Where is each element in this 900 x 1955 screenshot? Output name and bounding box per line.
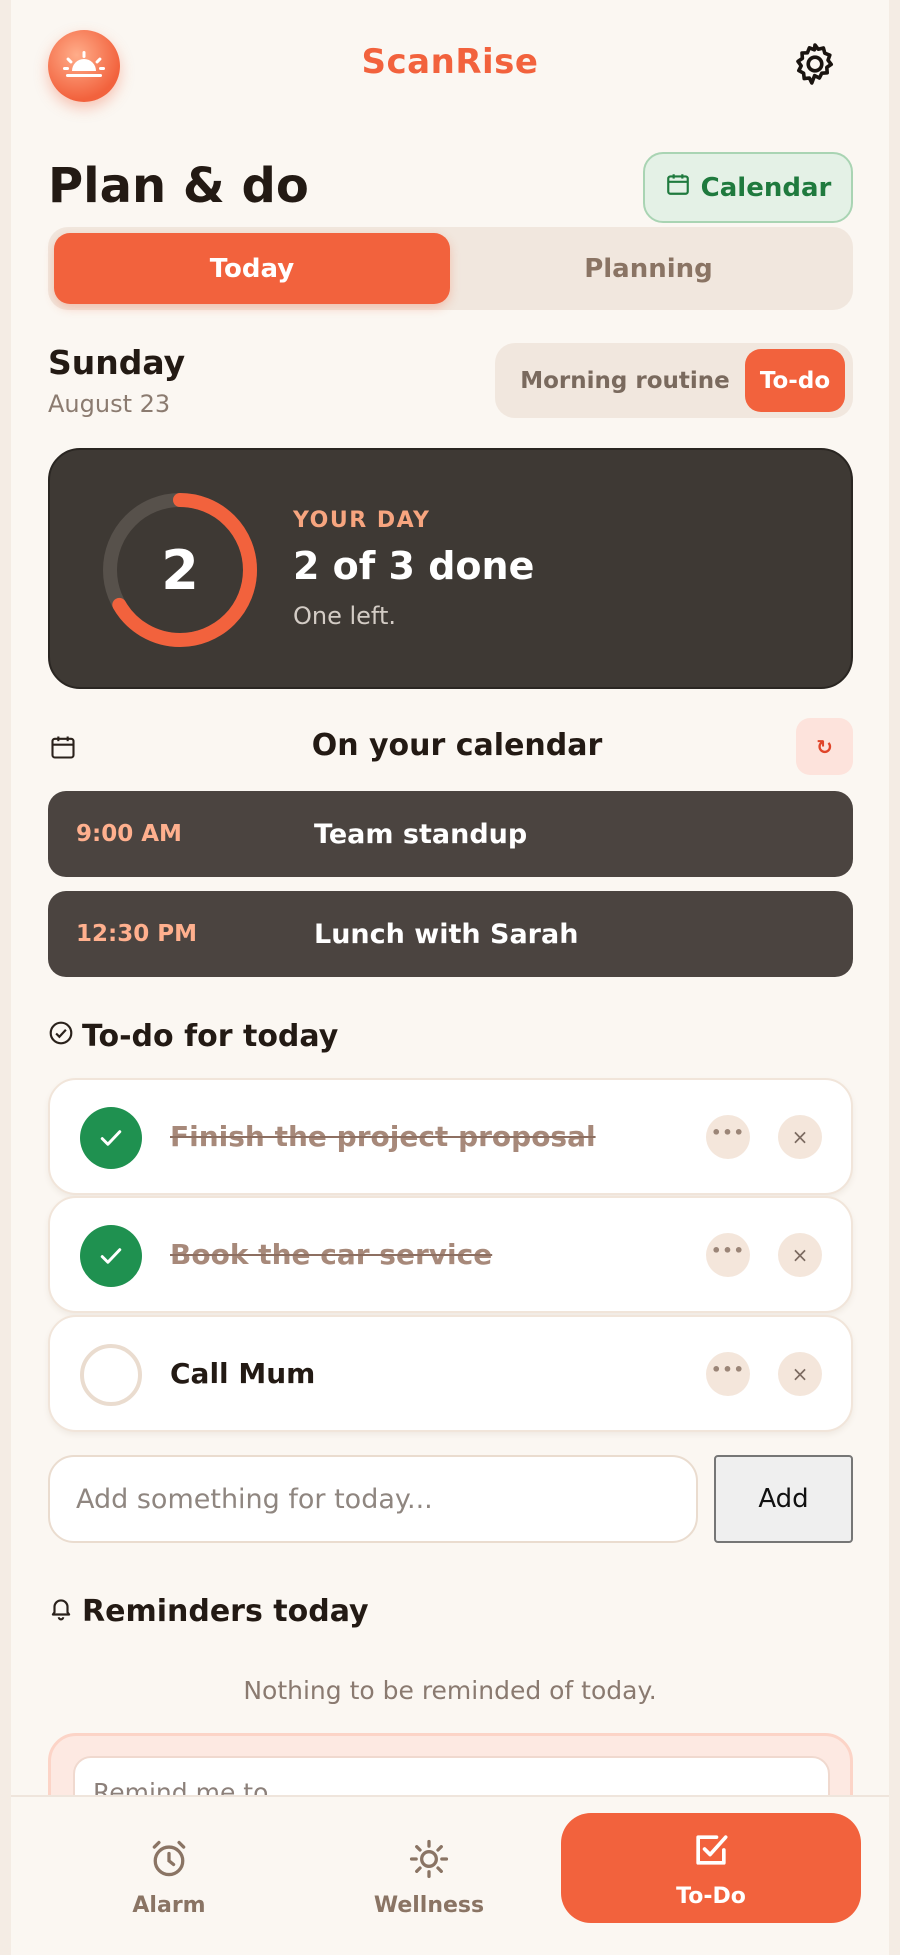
nav-label: To-Do	[676, 1883, 746, 1909]
todo-item: Call Mum ••• ×	[48, 1315, 853, 1432]
checkmark-icon	[100, 1130, 122, 1146]
reminders-section-heading: Reminders today	[48, 1594, 369, 1629]
calendar-button-label: Calendar	[700, 172, 832, 203]
nav-label: Alarm	[132, 1892, 206, 1918]
delete-button[interactable]: ×	[778, 1352, 822, 1396]
mode-toggle: Morning routine To-do	[495, 343, 853, 418]
todo-checkbox[interactable]	[80, 1225, 142, 1287]
alarm-clock-icon	[147, 1837, 191, 1887]
event-title: Team standup	[314, 818, 528, 850]
add-todo-input[interactable]	[48, 1455, 698, 1543]
summary-eyebrow: YOUR DAY	[293, 508, 431, 533]
mode-todo[interactable]: To-do	[745, 349, 845, 412]
reminders-section-title: Reminders today	[82, 1594, 369, 1629]
add-todo-button[interactable]: Add	[714, 1455, 853, 1543]
todo-section-title: To-do for today	[82, 1019, 339, 1054]
todo-checkbox[interactable]	[80, 1107, 142, 1169]
refresh-icon: ↻	[816, 734, 833, 759]
tab-today[interactable]: Today	[54, 233, 450, 304]
todo-item: Finish the project proposal ••• ×	[48, 1078, 853, 1195]
more-options-button[interactable]: •••	[706, 1352, 750, 1396]
view-segmented-control: Today Planning	[48, 227, 853, 310]
todo-text: Book the car service	[170, 1238, 493, 1271]
calendar-event[interactable]: 9:00 AM Team standup	[48, 791, 853, 877]
calendar-button[interactable]: Calendar	[643, 152, 853, 223]
checkbox-icon	[689, 1828, 733, 1878]
refresh-button[interactable]: ↻	[796, 718, 853, 775]
todo-text: Finish the project proposal	[170, 1120, 596, 1153]
todo-item: Book the car service ••• ×	[48, 1196, 853, 1313]
day-summary-card: 2 YOUR DAY 2 of 3 done One left.	[48, 448, 853, 689]
event-title: Lunch with Sarah	[314, 918, 579, 950]
checkmark-icon	[100, 1248, 122, 1264]
delete-button[interactable]: ×	[778, 1115, 822, 1159]
nav-alarm[interactable]: Alarm	[69, 1827, 269, 1927]
nav-todo[interactable]: To-Do	[561, 1813, 861, 1923]
nav-wellness[interactable]: Wellness	[329, 1827, 529, 1927]
mode-morning-routine[interactable]: Morning routine	[505, 351, 745, 410]
app-brand: ScanRise	[361, 42, 539, 82]
event-time: 9:00 AM	[76, 821, 182, 847]
sun-icon	[407, 1837, 451, 1887]
bottom-navigation: Alarm Wellness To-Do	[11, 1795, 889, 1955]
check-circle-icon	[48, 1019, 74, 1054]
event-time: 12:30 PM	[76, 921, 197, 947]
tab-planning[interactable]: Planning	[450, 233, 847, 304]
bell-icon	[48, 1594, 74, 1629]
more-options-button[interactable]: •••	[706, 1115, 750, 1159]
page-title: Plan & do	[48, 158, 309, 214]
calendar-icon	[665, 171, 691, 204]
todo-checkbox[interactable]	[80, 1344, 142, 1406]
summary-subtitle: One left.	[293, 602, 396, 630]
gear-icon[interactable]	[791, 40, 839, 88]
progress-ring-value: 2	[161, 538, 199, 602]
calendar-event[interactable]: 12:30 PM Lunch with Sarah	[48, 891, 853, 977]
todo-text: Call Mum	[170, 1357, 316, 1390]
todo-section-heading: To-do for today	[48, 1019, 338, 1054]
day-name: Sunday	[48, 343, 186, 382]
calendar-section-title: On your calendar	[311, 728, 603, 763]
reminders-empty-text: Nothing to be reminded of today.	[243, 1676, 657, 1705]
day-date: August 23	[48, 390, 171, 418]
app-screen: ScanRise Plan & do Calendar Today Planni…	[11, 0, 889, 1955]
summary-title: 2 of 3 done	[293, 544, 535, 588]
more-options-button[interactable]: •••	[706, 1233, 750, 1277]
nav-label: Wellness	[373, 1892, 485, 1918]
delete-button[interactable]: ×	[778, 1233, 822, 1277]
